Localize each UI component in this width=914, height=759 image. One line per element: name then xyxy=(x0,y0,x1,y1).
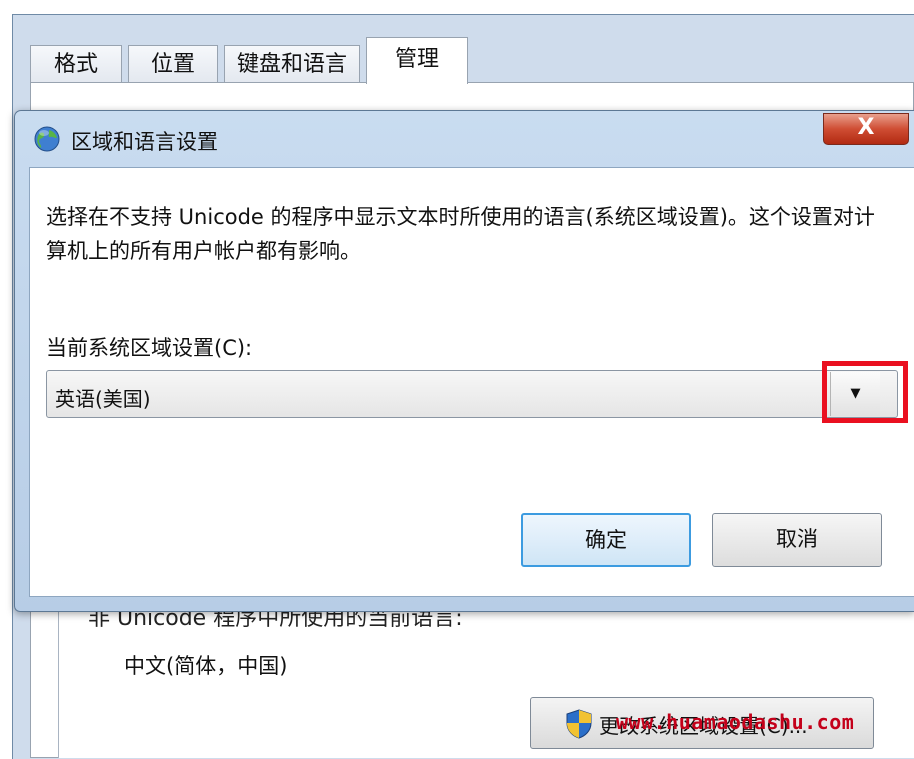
cancel-button[interactable]: 取消 xyxy=(712,513,882,567)
red-highlight-box xyxy=(822,361,908,423)
system-locale-value: 英语(美国) xyxy=(55,387,151,411)
watermark: www.huamaodashu.com xyxy=(616,710,855,734)
dialog-title: 区域和语言设置 xyxy=(71,130,218,154)
ok-button[interactable]: 确定 xyxy=(521,513,691,567)
current-language-value: 中文(简体，中国) xyxy=(124,654,288,678)
globe-icon xyxy=(34,126,60,152)
close-icon: X xyxy=(857,115,875,140)
tab-format[interactable]: 格式 xyxy=(30,45,122,83)
tab-keyboard-language[interactable]: 键盘和语言 xyxy=(224,45,360,83)
tab-location[interactable]: 位置 xyxy=(128,45,218,83)
close-button[interactable]: X xyxy=(823,113,909,145)
shield-icon xyxy=(566,709,592,739)
system-locale-select[interactable]: 英语(美国) xyxy=(46,370,898,418)
dialog-description: 选择在不支持 Unicode 的程序中显示文本时所使用的语言(系统区域设置)。这… xyxy=(46,205,875,263)
tab-strip: 格式 位置 键盘和语言 管理 xyxy=(30,37,914,84)
system-locale-label: 当前系统区域设置(C): xyxy=(46,336,253,360)
dialog-titlebar[interactable]: 区域和语言设置 X xyxy=(15,111,914,167)
tab-administrative[interactable]: 管理 xyxy=(366,37,468,84)
